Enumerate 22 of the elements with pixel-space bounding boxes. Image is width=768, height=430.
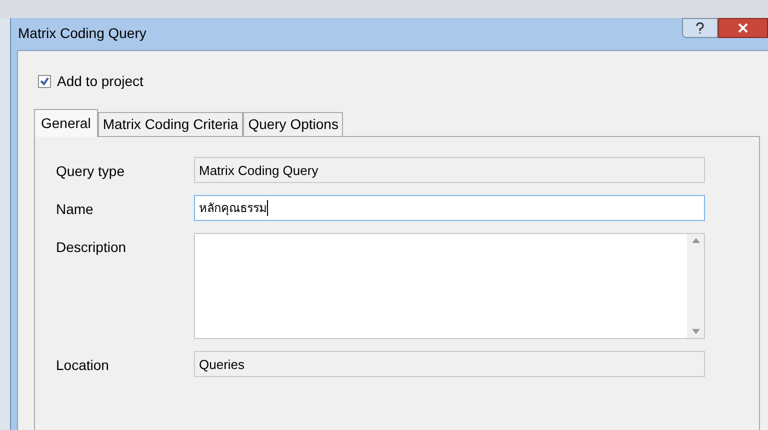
- scrollbar[interactable]: [687, 234, 704, 338]
- field-label: Name: [55, 200, 94, 219]
- readonly-field[interactable]: Queries: [194, 351, 705, 377]
- name-field[interactable]: หลักคุณธรรม: [194, 195, 705, 221]
- checkbox-label: Add to project: [57, 72, 144, 91]
- tab[interactable]: Matrix Coding Criteria: [98, 112, 244, 136]
- close-button[interactable]: [718, 18, 768, 38]
- check-icon: [40, 77, 49, 86]
- tab[interactable]: Query Options: [243, 112, 344, 136]
- help-icon: [695, 22, 705, 34]
- tab[interactable]: General: [34, 109, 98, 137]
- field-label: Description: [55, 238, 128, 257]
- scroll-up-icon[interactable]: [692, 238, 700, 243]
- help-button[interactable]: [682, 18, 718, 38]
- field-label: Location: [55, 356, 110, 375]
- window-title: Matrix Coding Query: [18, 24, 146, 43]
- field-label: Query type: [55, 162, 126, 181]
- add-to-project-checkbox[interactable]: [38, 75, 51, 88]
- readonly-field[interactable]: Matrix Coding Query: [194, 157, 705, 183]
- scroll-down-icon[interactable]: [692, 329, 700, 334]
- close-icon: [738, 23, 748, 33]
- description-field[interactable]: [194, 233, 705, 339]
